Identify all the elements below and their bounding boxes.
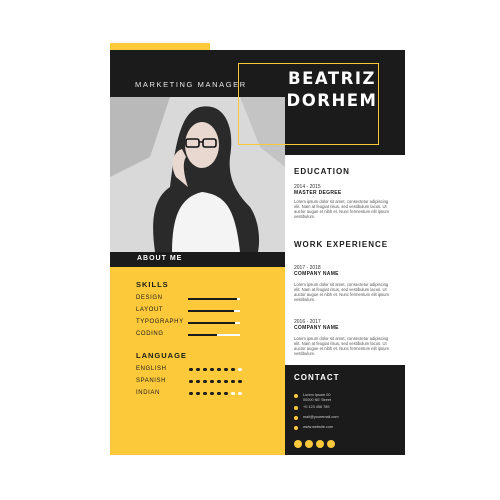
last-name: DORHEM [286,91,378,110]
language-level-dot [231,379,235,383]
contact-address: Lorem Ipsum 00 00000 NE Street [303,393,331,402]
language-level-dot [210,379,214,383]
language-level-dot [203,391,207,395]
contact-heading: CONTACT [294,373,340,382]
education-description: Lorem ipsum dolor sit amet, consectetur … [294,199,389,219]
address-line-1: Lorem Ipsum 00 [303,393,331,397]
social-icon-3[interactable] [316,440,324,448]
language-level-dot [224,379,228,383]
skill-label: DESIGN [136,295,163,301]
skill-bar-fill [188,334,217,336]
education-degree: MASTER DEGREE [294,190,342,196]
job-2-company: COMPANY NAME [294,325,339,331]
skill-label: TYPOGRAPHY [136,319,184,325]
language-level-dot [196,391,200,395]
website-icon [294,426,298,430]
job-1-company: COMPANY NAME [294,271,339,277]
language-level-dot [196,379,200,383]
language-label: ENGLISH [136,366,167,372]
address-line-2: 00000 NE Street [303,397,332,402]
language-level-dot [210,391,214,395]
language-level-dot [217,379,221,383]
accent-tab [110,43,210,50]
language-level-dot [238,391,242,395]
job-2-description: Lorem ipsum dolor sit amet, consectetur … [294,336,389,356]
about-heading: ABOUT ME [137,255,183,262]
language-level-dot [189,367,193,371]
social-icon-2[interactable] [305,440,313,448]
social-icon-1[interactable] [294,440,302,448]
language-level-dot [217,391,221,395]
skill-bar-track [237,298,240,300]
language-level-dot [210,367,214,371]
first-name: BEATRIZ [288,69,376,88]
language-level-dot [231,367,235,371]
skill-bar-fill [188,322,235,324]
phone-icon [294,406,298,410]
language-level-dot [238,367,242,371]
language-level-dot [196,367,200,371]
experience-heading: WORK EXPERIENCE [294,240,389,249]
skill-bar-fill [188,310,234,312]
location-icon [294,394,298,398]
job-title: MARKETING MANAGER [135,80,247,89]
contact-email[interactable]: mail@youremail.com [303,415,339,420]
social-icon-4[interactable] [327,440,335,448]
skill-bar-track [234,310,240,312]
contact-website[interactable]: www.website.com [303,425,333,430]
full-name: BEATRIZ DORHEM [285,68,379,112]
skill-label: LAYOUT [136,307,164,313]
language-label: SPANISH [136,378,167,384]
language-level-dot [231,391,235,395]
language-level-dot [203,379,207,383]
language-level-dot [224,367,228,371]
education-heading: EDUCATION [294,167,350,176]
job-1-description: Lorem ipsum dolor sit amet, consectetur … [294,282,389,302]
skill-label: CODING [136,331,164,337]
skills-heading: SKILLS [136,280,169,289]
email-icon [294,416,298,420]
skill-bar-track [235,322,240,324]
language-level-dot [238,379,242,383]
language-label: INDIAN [136,390,160,396]
skill-bar-track [217,334,240,336]
language-level-dot [189,379,193,383]
contact-phone: +0 123 456 789 [303,405,330,409]
language-heading: LANGUAGE [136,351,187,360]
language-level-dot [189,391,193,395]
language-level-dot [203,367,207,371]
language-level-dot [217,367,221,371]
skill-bar-fill [188,298,237,300]
language-level-dot [224,391,228,395]
